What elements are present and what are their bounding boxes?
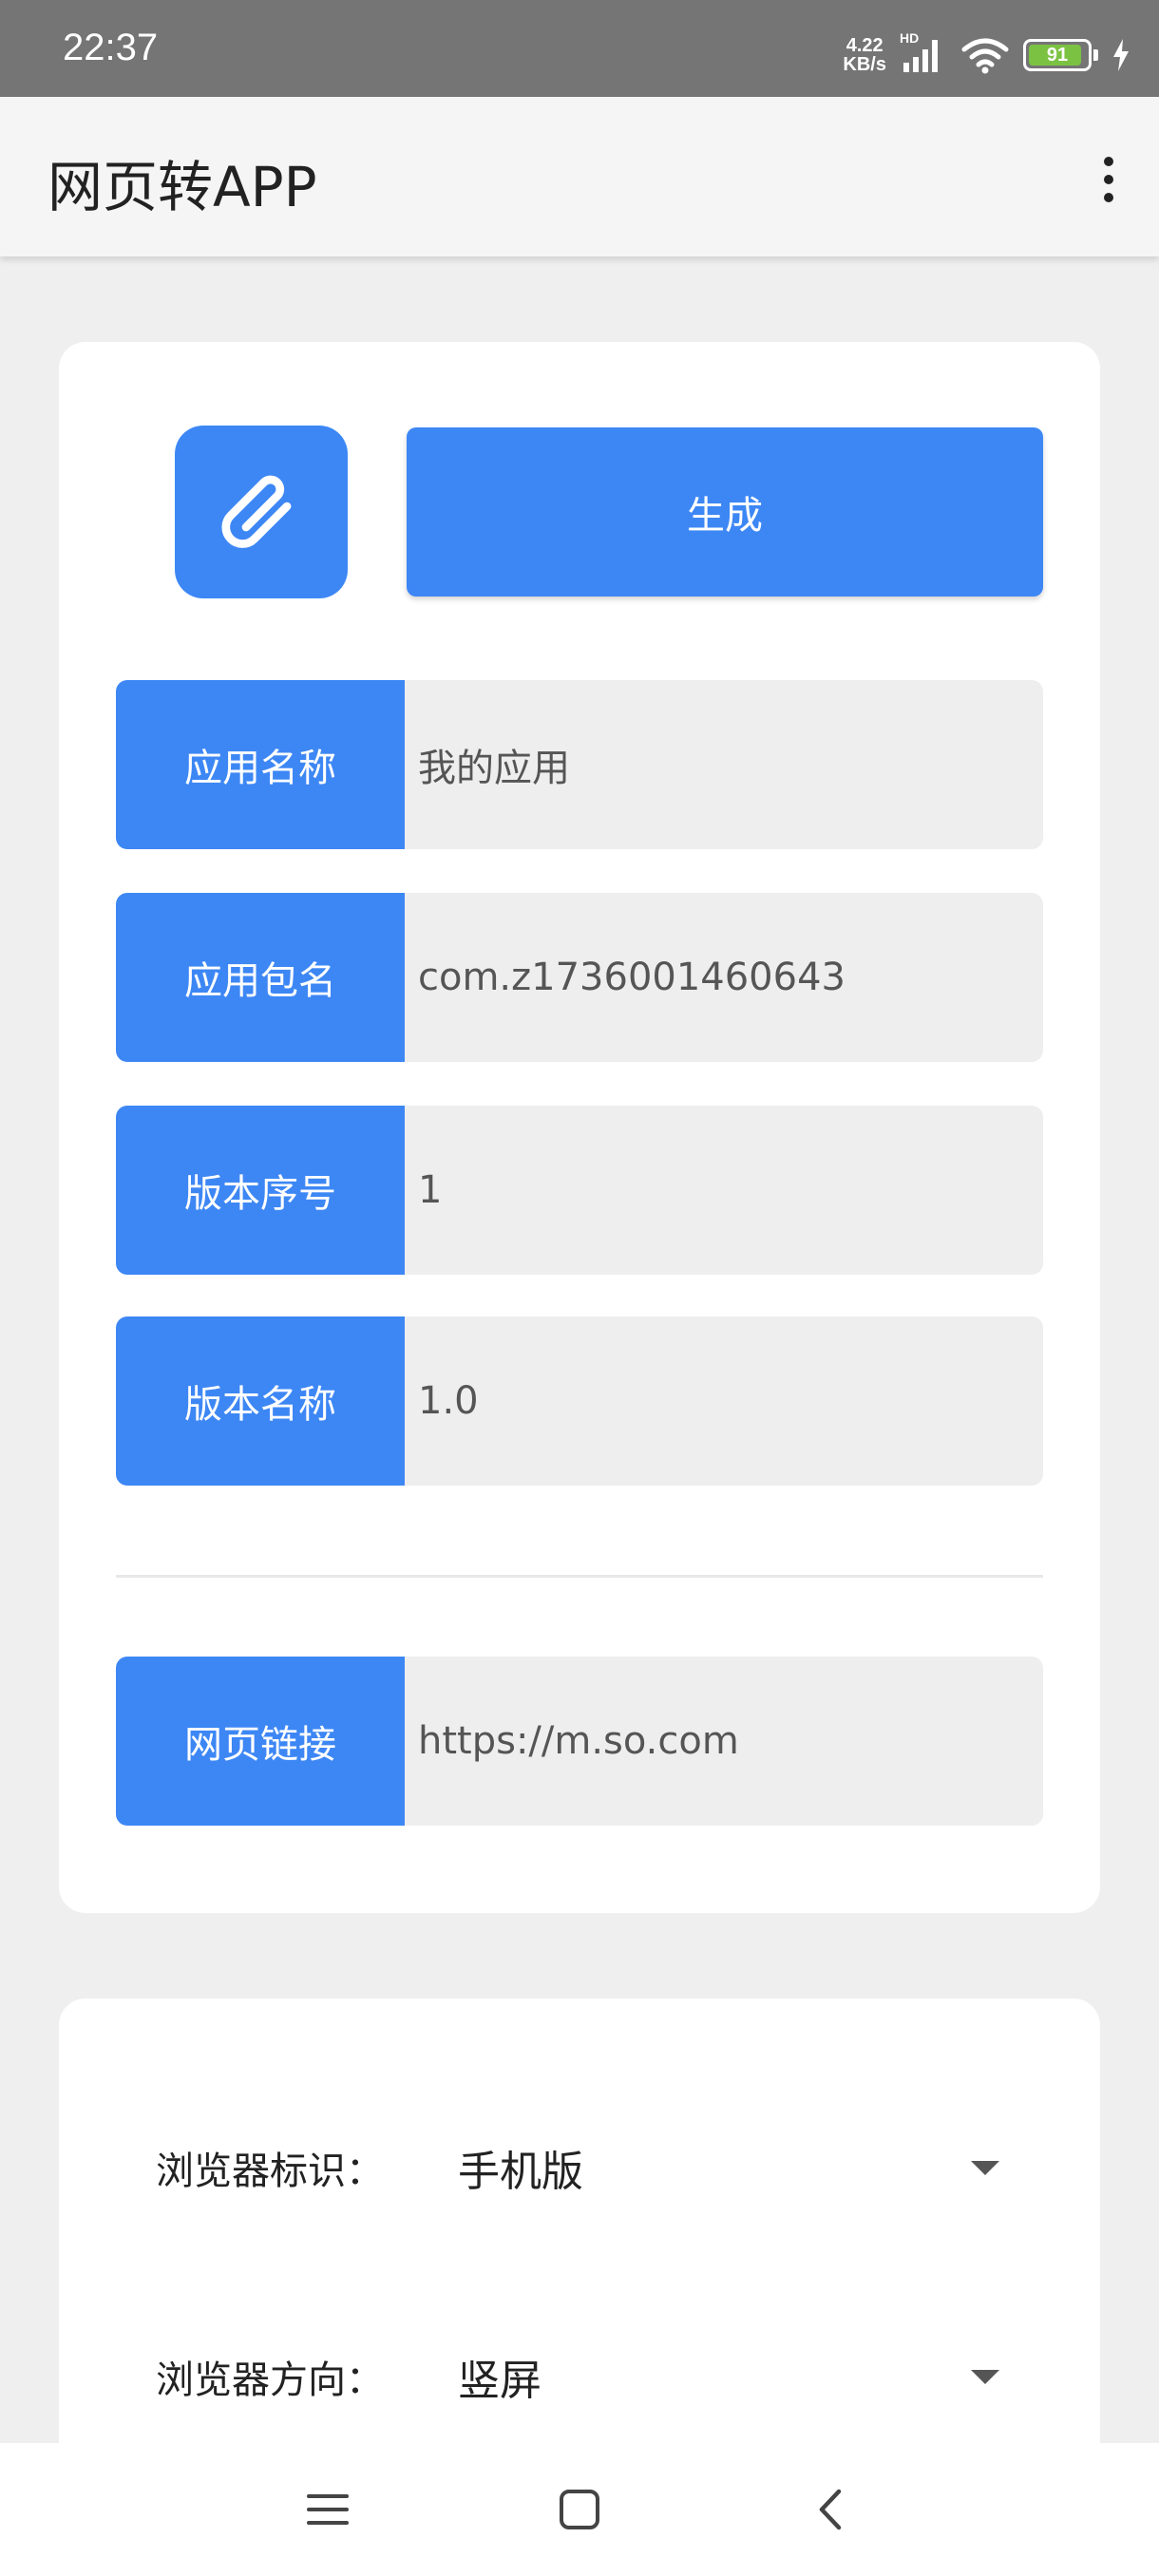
package-name-input[interactable]: com.z1736001460643 (405, 893, 1043, 1062)
version-name-input[interactable]: 1.0 (405, 1316, 1043, 1486)
field-web-url: 网页链接 https://m.so.com (116, 1657, 1043, 1826)
dropdown-arrow-icon (971, 2369, 999, 2384)
back-icon[interactable] (793, 2472, 869, 2548)
field-app-name: 应用名称 我的应用 (116, 680, 1043, 849)
browser-ua-select[interactable]: 浏览器标识： 手机版 (156, 2130, 1011, 2206)
battery-cap (1093, 49, 1098, 61)
net-speed-value: 4.22 (846, 35, 884, 56)
field-label: 应用包名 (116, 893, 405, 1062)
setting-label: 浏览器标识： (156, 2150, 384, 2193)
setting-value: 手机版 (458, 2148, 583, 2196)
more-vert-icon[interactable] (1085, 146, 1132, 213)
app-title: 网页转APP (48, 155, 317, 219)
paperclip-icon (221, 475, 292, 548)
field-label: 版本序号 (116, 1106, 405, 1275)
charging-icon (1112, 39, 1130, 71)
setting-label: 浏览器方向： (156, 2358, 384, 2402)
net-speed-unit: KB/s (843, 54, 886, 75)
system-nav-bar (0, 2443, 1159, 2576)
divider (116, 1575, 1043, 1578)
field-version-name: 版本名称 1.0 (116, 1316, 1043, 1486)
setting-value: 竖屏 (458, 2357, 542, 2405)
wifi-icon (960, 36, 1010, 74)
field-label: 版本名称 (116, 1316, 405, 1486)
app-name-input[interactable]: 我的应用 (405, 680, 1043, 849)
web-url-input[interactable]: https://m.so.com (405, 1657, 1043, 1826)
field-label: 网页链接 (116, 1657, 405, 1826)
status-time: 22:37 (63, 27, 159, 68)
link-icon-button[interactable] (175, 426, 348, 598)
field-package-name: 应用包名 com.z1736001460643 (116, 893, 1043, 1062)
field-version-code: 版本序号 1 (116, 1106, 1043, 1275)
status-bar: 22:37 4.22 KB/s HD 91 (0, 0, 1159, 97)
generate-button[interactable]: 生成 (407, 427, 1043, 597)
signal-icon: HD (900, 30, 947, 74)
home-icon[interactable] (542, 2472, 618, 2548)
net-speed: 4.22 KB/s (843, 36, 886, 74)
app-bar: 网页转APP (0, 97, 1159, 256)
browser-orientation-select[interactable]: 浏览器方向： 竖屏 (156, 2339, 1011, 2415)
status-icons: 4.22 KB/s HD 91 (843, 27, 1130, 84)
version-code-input[interactable]: 1 (405, 1106, 1043, 1275)
battery-icon: 91 (1023, 39, 1092, 71)
battery-level: 91 (1046, 44, 1069, 66)
field-label: 应用名称 (116, 680, 405, 849)
menu-icon[interactable] (290, 2472, 366, 2548)
dropdown-arrow-icon (971, 2160, 999, 2175)
